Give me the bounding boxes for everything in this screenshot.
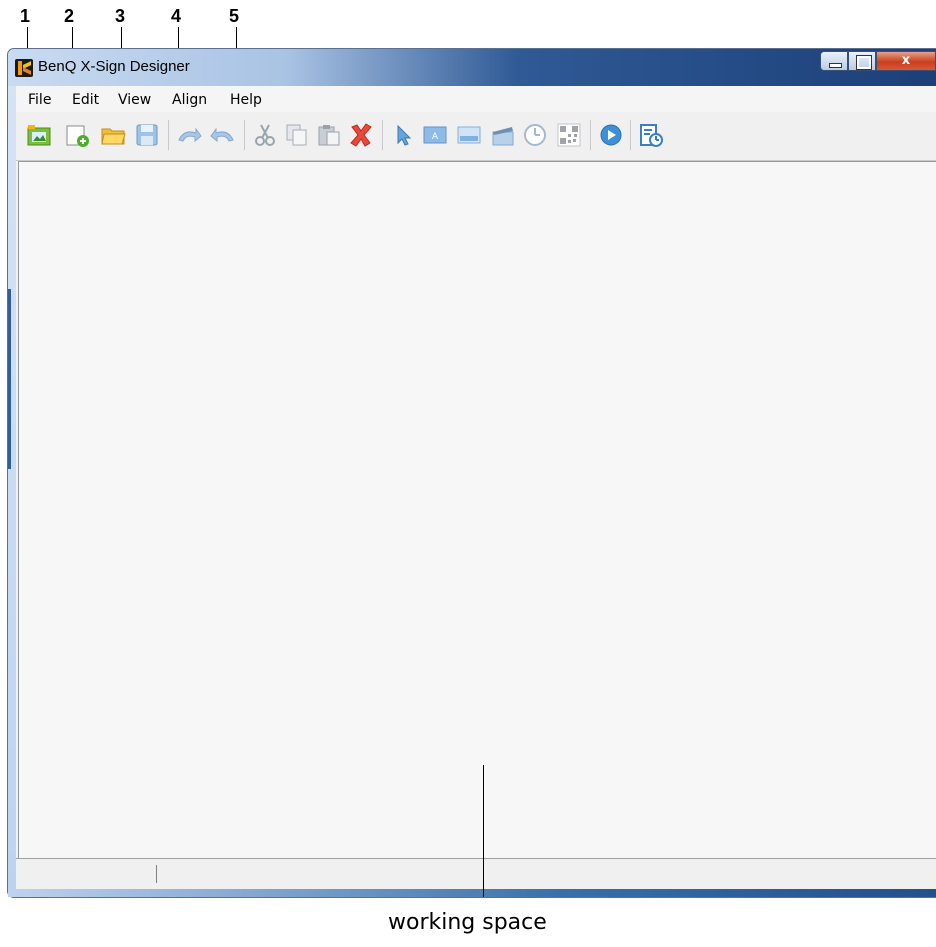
svg-text:A: A — [432, 132, 439, 142]
maximize-icon — [856, 55, 872, 70]
window-bottom-edge — [8, 889, 936, 897]
menu-align[interactable]: Align — [172, 92, 207, 108]
toolbar-separator — [630, 120, 631, 150]
select-pointer-icon[interactable] — [390, 122, 416, 148]
maximize-button[interactable] — [848, 51, 876, 71]
client-area: File Edit View Align Help A — [16, 86, 936, 889]
video-icon[interactable] — [490, 122, 516, 148]
minimize-button[interactable] — [820, 51, 848, 71]
paste-icon[interactable] — [316, 122, 342, 148]
undo-icon[interactable] — [210, 122, 236, 148]
toolbar: A — [16, 112, 936, 161]
title-bar[interactable]: BenQ X-Sign Designer x — [8, 49, 936, 86]
cut-icon[interactable] — [252, 122, 278, 148]
delete-icon[interactable] — [348, 122, 374, 148]
toolbar-separator — [168, 120, 169, 150]
new-project-icon[interactable] — [64, 122, 90, 148]
app-logo-icon[interactable] — [15, 59, 33, 77]
status-separator — [156, 865, 157, 883]
working-space-pointer-line — [483, 765, 484, 897]
open-folder-icon[interactable] — [100, 122, 126, 148]
toolbar-separator — [244, 120, 245, 150]
close-button[interactable]: x — [876, 51, 936, 71]
menu-help[interactable]: Help — [230, 92, 262, 108]
clock-icon[interactable] — [522, 122, 548, 148]
menu-file[interactable]: File — [28, 92, 51, 108]
redo-icon[interactable] — [176, 122, 202, 148]
window-title: BenQ X-Sign Designer — [38, 58, 190, 75]
play-preview-icon[interactable] — [598, 122, 624, 148]
callout-3: 3 — [115, 6, 126, 26]
menu-bar: File Edit View Align Help — [16, 86, 936, 112]
window-left-accent — [8, 289, 11, 469]
minimize-icon — [829, 63, 842, 68]
menu-view[interactable]: View — [118, 92, 151, 108]
close-icon: x — [901, 53, 911, 68]
working-space-canvas[interactable] — [18, 161, 936, 859]
callout-1: 1 — [20, 6, 31, 26]
menu-edit[interactable]: Edit — [72, 92, 99, 108]
working-space-caption: working space — [388, 910, 547, 935]
save-icon[interactable] — [134, 122, 160, 148]
text-box-icon[interactable]: A — [422, 122, 448, 148]
status-bar — [16, 858, 936, 889]
callout-2: 2 — [64, 6, 75, 26]
schedule-icon[interactable] — [638, 122, 664, 148]
copy-icon[interactable] — [284, 122, 310, 148]
image-library-icon[interactable] — [26, 122, 52, 148]
toolbar-separator — [590, 120, 591, 150]
app-window: BenQ X-Sign Designer x File Edit View Al… — [7, 48, 936, 898]
callout-4: 4 — [171, 6, 182, 26]
qr-code-icon[interactable] — [556, 122, 582, 148]
window-controls: x — [820, 51, 936, 73]
toolbar-separator — [382, 120, 383, 150]
image-icon[interactable] — [456, 122, 482, 148]
callout-5: 5 — [229, 6, 240, 26]
